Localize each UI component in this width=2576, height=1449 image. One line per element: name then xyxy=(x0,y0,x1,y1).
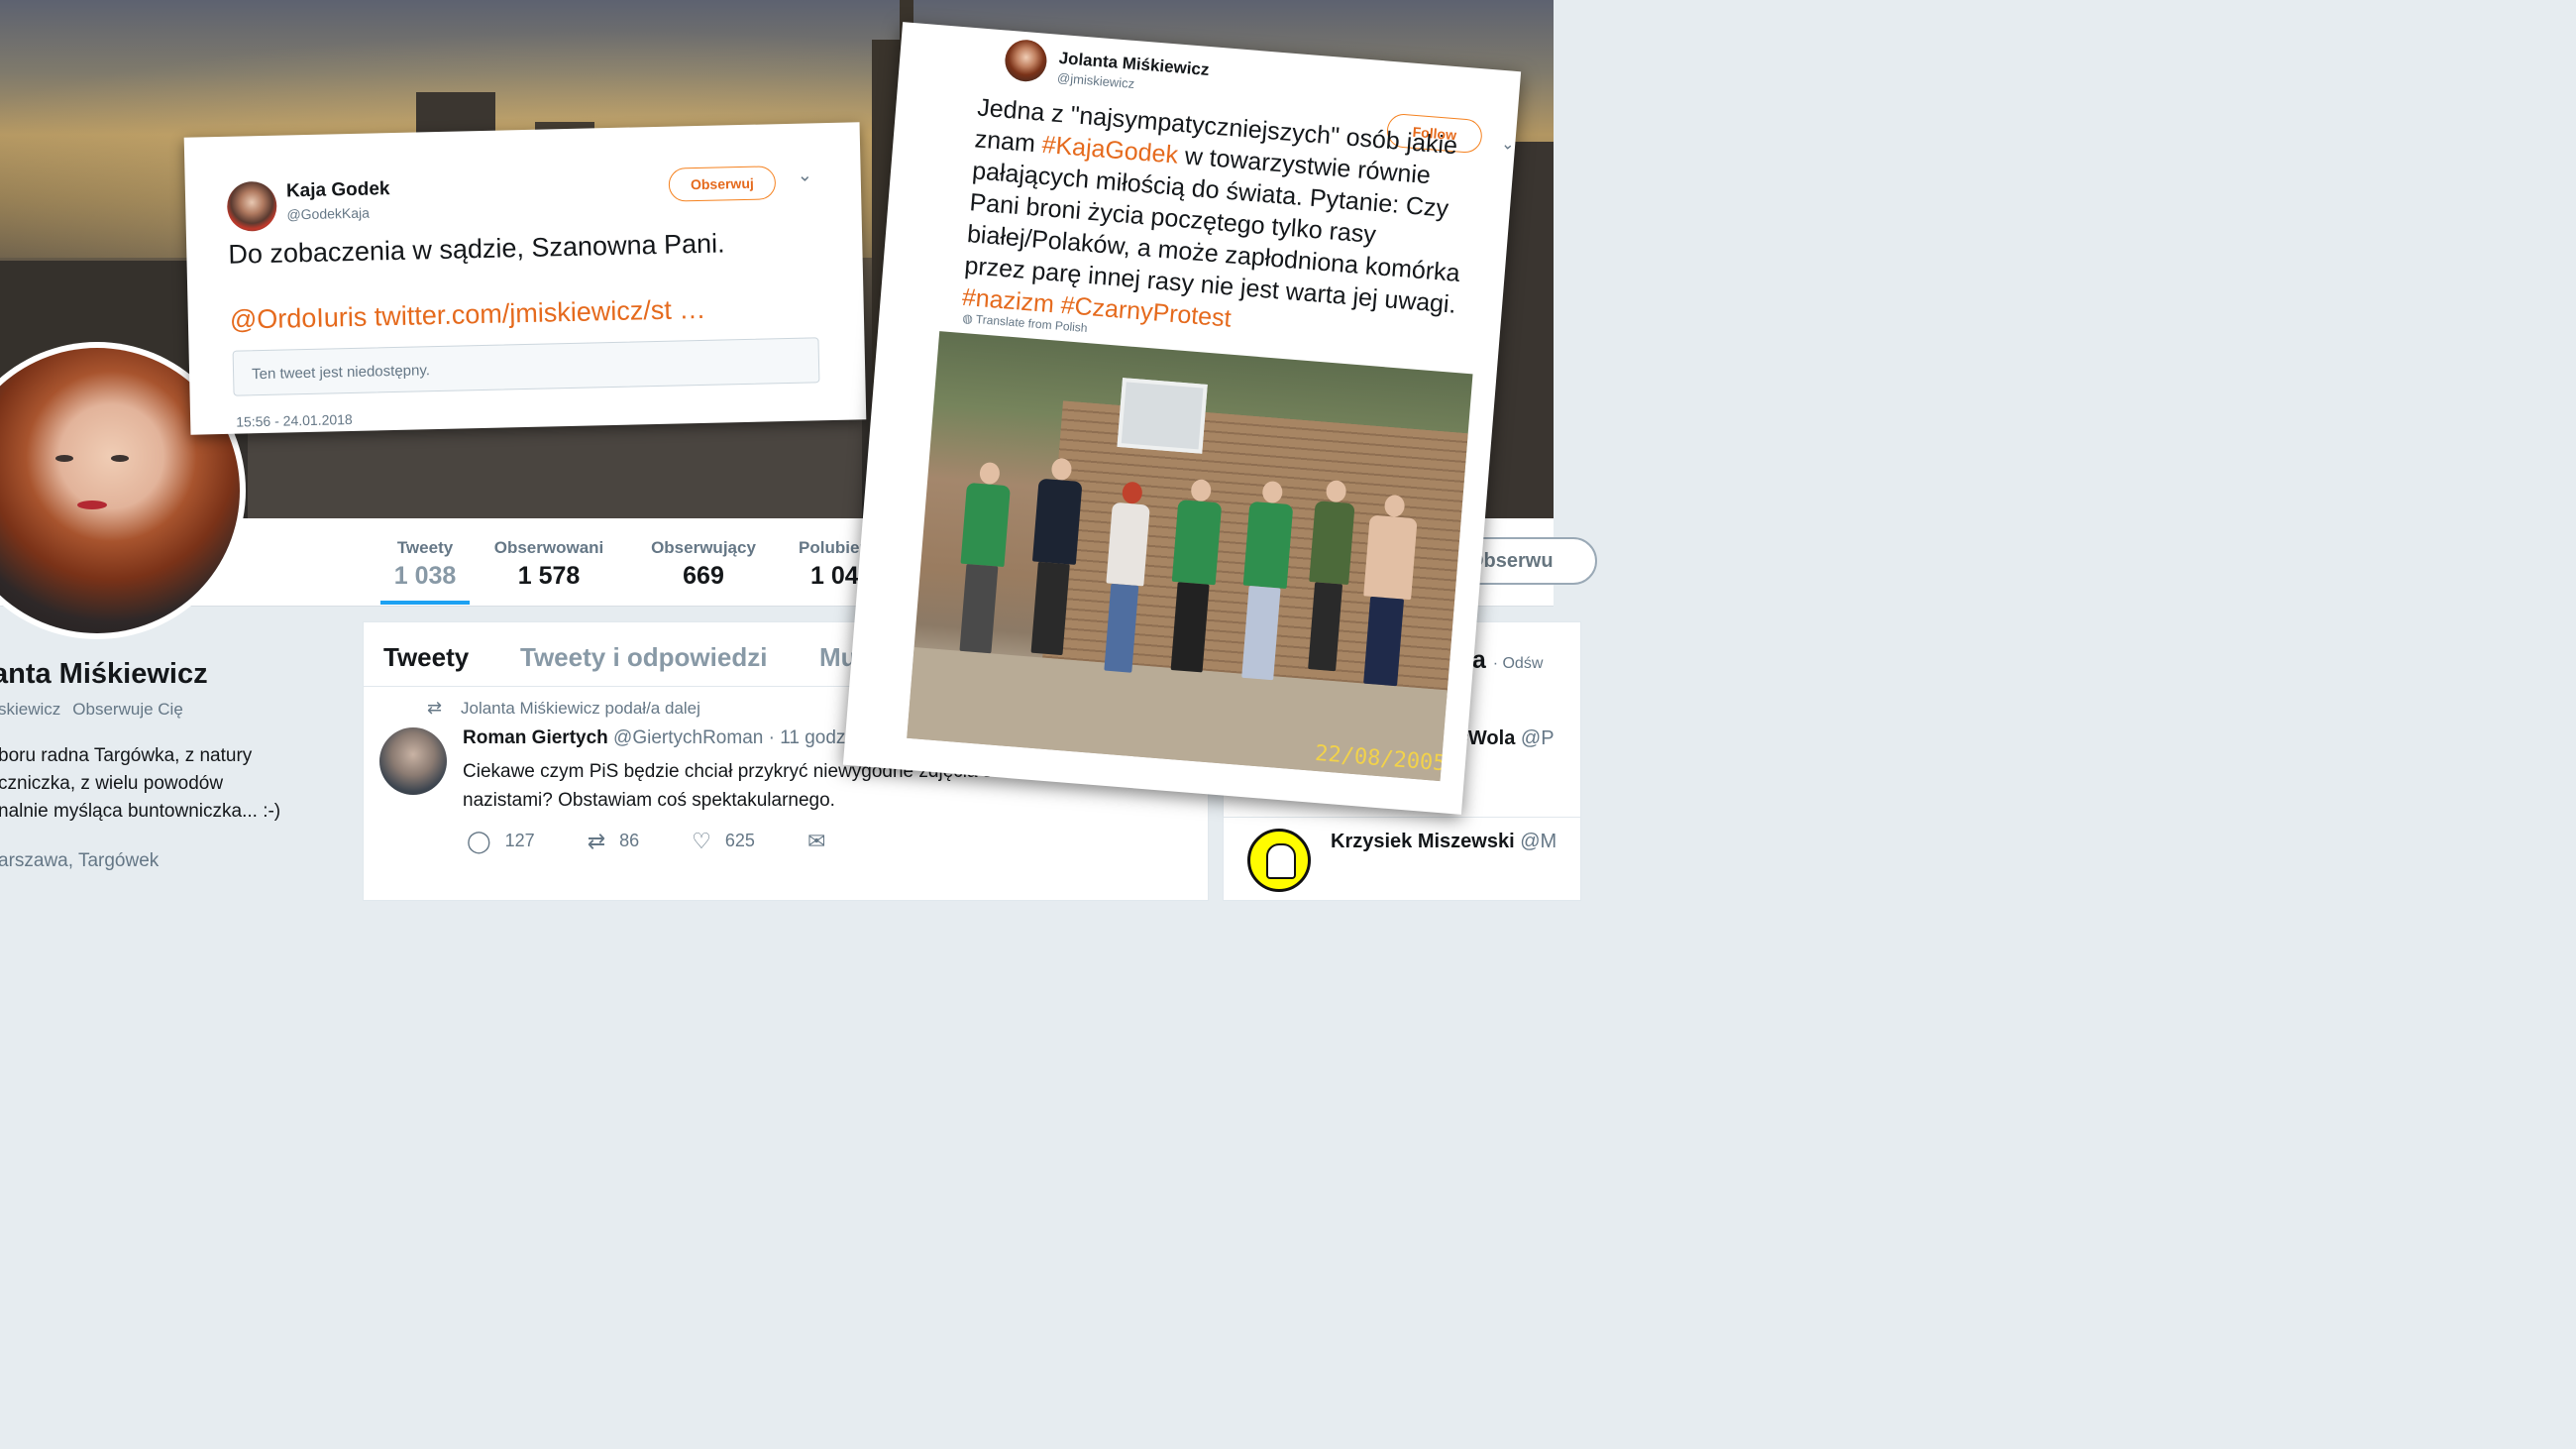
message-action[interactable]: ✉ xyxy=(807,829,839,854)
avatar-eye xyxy=(55,455,73,462)
like-icon: ♡ xyxy=(692,829,711,853)
bio-line: boru radna Targówka, z natury xyxy=(0,745,253,766)
tweet-links: @OrdoIuris twitter.com/jmiskiewicz/st … xyxy=(230,294,706,336)
snapchat-avatar[interactable] xyxy=(1247,829,1311,892)
tweet-avatar[interactable] xyxy=(379,727,447,795)
chevron-down-icon[interactable]: ⌄ xyxy=(797,165,812,185)
follows-you-badge: Obserwuje Cię xyxy=(72,700,183,719)
globe-icon: ◍ xyxy=(961,310,977,326)
tweet-avatar[interactable] xyxy=(1003,38,1049,83)
retweet-action[interactable]: ⇄ 86 xyxy=(588,829,639,854)
tab-tweets[interactable]: Tweety xyxy=(383,642,469,673)
mention-link[interactable]: @OrdoIuris xyxy=(230,302,368,335)
stat-value: 1 038 xyxy=(393,562,457,590)
like-action[interactable]: ♡ 625 xyxy=(692,829,755,854)
tweet-header: Roman Giertych @GiertychRoman · 11 godz. xyxy=(463,727,851,749)
retweet-icon: ⇄ xyxy=(427,698,443,718)
bio-line: nalnie myśląca buntowniczka... :-) xyxy=(0,801,281,822)
stat-label: Obserwowani xyxy=(493,538,604,557)
suggestion-name[interactable]: Krzysiek Miszewski @M xyxy=(1331,831,1556,853)
retweet-icon: ⇄ xyxy=(587,829,606,853)
like-count: 625 xyxy=(724,830,755,850)
stat-following[interactable]: Obserwowani 1 578 xyxy=(491,538,606,591)
stat-label: Obserwujący xyxy=(651,538,756,557)
follow-button[interactable]: Obserwuj xyxy=(668,166,777,202)
photo-person xyxy=(953,461,1011,654)
chevron-down-icon[interactable]: ⌄ xyxy=(1500,134,1516,155)
reply-action[interactable]: ◯ 127 xyxy=(467,829,535,854)
reply-icon: ◯ xyxy=(467,829,491,853)
tab-tweets-replies[interactable]: Tweety i odpowiedzi xyxy=(520,642,767,673)
profile-location: arszawa, Targówek xyxy=(0,850,160,871)
profile-name[interactable]: anta Miśkiewicz xyxy=(0,658,208,691)
stat-label: Tweety xyxy=(396,538,454,557)
tweet-avatar[interactable] xyxy=(226,180,277,232)
stat-tweets[interactable]: Tweety 1 038 xyxy=(380,538,470,605)
suggestion-handle: @P xyxy=(1520,727,1555,749)
quoted-tweet-unavailable: Ten tweet jest niedostępny. xyxy=(232,337,820,396)
retweet-context: ⇄ Jolanta Miśkiewicz podał/a dalej xyxy=(427,698,700,719)
avatar-mouth xyxy=(77,501,107,509)
refresh-link[interactable]: · Odśw xyxy=(1493,655,1544,672)
message-icon: ✉ xyxy=(806,829,826,853)
profile-handle[interactable]: skiewicz xyxy=(0,700,60,719)
retweet-context-label[interactable]: Jolanta Miśkiewicz podał/a dalej xyxy=(461,699,700,718)
snapchat-ghost-icon xyxy=(1266,843,1296,879)
tweet-timestamp[interactable]: 15:56 - 24.01.2018 xyxy=(236,411,353,430)
divider xyxy=(1224,817,1580,818)
tweet-author-name[interactable]: Kaja Godek xyxy=(286,178,390,202)
suggestion-name-text: Krzysiek Miszewski xyxy=(1331,831,1515,852)
stat-followers[interactable]: Obserwujący 669 xyxy=(648,538,759,591)
tweet-card-godek: Kaja Godek @GodekKaja Obserwuj ⌄ Do zoba… xyxy=(183,122,867,435)
tweet-actions: ◯ 127 ⇄ 86 ♡ 625 ✉ xyxy=(467,829,887,854)
tweet-text: Do zobaczenia w sądzie, Szanowna Pani. xyxy=(228,228,725,270)
tweet-card-miskiewicz: Jolanta Miśkiewicz @jmiskiewicz Follow ⌄… xyxy=(842,22,1522,815)
tweet-photo[interactable]: 22/08/2005 xyxy=(907,331,1473,782)
profile-handle-line: skiewicz Obserwuje Cię xyxy=(0,700,183,720)
stat-value: 669 xyxy=(683,562,724,590)
stat-value: 1 578 xyxy=(517,562,581,590)
tweet-author-handle[interactable]: @GodekKaja xyxy=(286,205,370,223)
avatar-eye xyxy=(111,455,129,462)
suggestion-handle: @M xyxy=(1520,831,1557,852)
photo-window xyxy=(1117,378,1208,454)
quoted-tweet-link[interactable]: twitter.com/jmiskiewicz/st … xyxy=(374,294,705,332)
retweet-count: 86 xyxy=(619,830,640,850)
tweet-meta[interactable]: @GiertychRoman · 11 godz. xyxy=(613,727,851,748)
reply-count: 127 xyxy=(504,830,535,850)
bio-line: czniczka, z wielu powodów xyxy=(0,773,224,794)
tweet-text: Jedna z "najsympatyczniejszych" osób jak… xyxy=(961,91,1492,354)
tweet-author-name[interactable]: Roman Giertych xyxy=(463,727,608,748)
